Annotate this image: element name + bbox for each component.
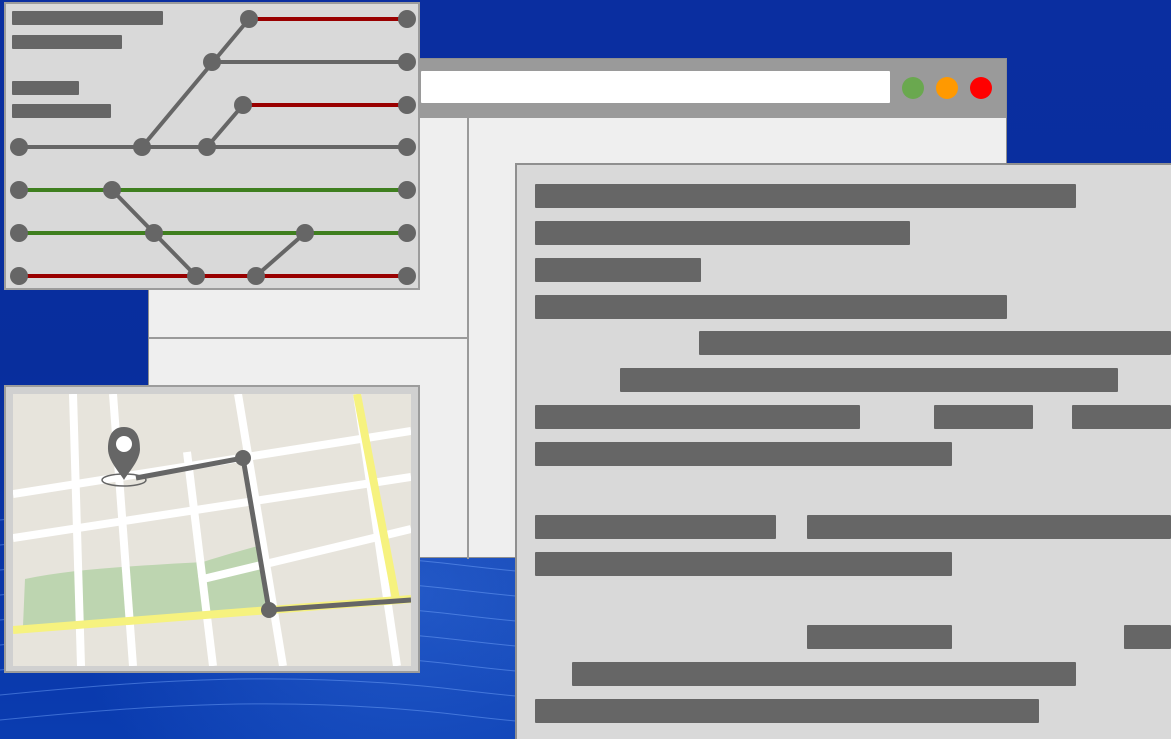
document-text-line <box>572 662 1076 686</box>
document-text-line <box>535 221 910 245</box>
transit-connector <box>140 17 251 149</box>
map-panel <box>4 385 420 673</box>
transit-connector <box>254 231 307 278</box>
transit-node <box>133 138 151 156</box>
transit-node <box>198 138 216 156</box>
address-bar[interactable] <box>421 71 890 103</box>
document-text-line <box>535 552 952 576</box>
transit-node <box>10 181 28 199</box>
transit-node <box>187 267 205 285</box>
map-svg <box>13 394 411 666</box>
transit-node <box>296 224 314 242</box>
document-text-line <box>1072 405 1171 429</box>
transit-node <box>10 138 28 156</box>
transit-diagram-panel <box>4 2 420 290</box>
map-route-node <box>261 602 277 618</box>
document-text-line <box>535 405 860 429</box>
transit-label-bar <box>12 11 163 25</box>
document-text-line <box>535 295 1007 319</box>
document-text-line <box>535 258 701 282</box>
document-panel <box>515 163 1171 739</box>
document-text-line <box>535 515 776 539</box>
transit-node <box>10 267 28 285</box>
transit-node <box>203 53 221 71</box>
transit-node <box>145 224 163 242</box>
transit-node <box>398 181 416 199</box>
document-text-line <box>807 515 1171 539</box>
transit-node <box>247 267 265 285</box>
transit-node <box>398 96 416 114</box>
transit-node <box>398 53 416 71</box>
transit-node <box>398 138 416 156</box>
transit-node <box>234 96 252 114</box>
transit-node <box>398 224 416 242</box>
window-green-button[interactable] <box>902 77 924 99</box>
document-text-line <box>934 405 1033 429</box>
transit-label-bar <box>12 81 79 95</box>
transit-node <box>103 181 121 199</box>
document-text-line <box>535 442 952 466</box>
document-text-line <box>1124 625 1171 649</box>
transit-node <box>398 10 416 28</box>
transit-node <box>398 267 416 285</box>
transit-node <box>240 10 258 28</box>
document-text-line <box>699 331 1171 355</box>
window-orange-button[interactable] <box>936 77 958 99</box>
document-text-line <box>620 368 1118 392</box>
document-text-line <box>535 699 1039 723</box>
transit-label-bar <box>12 104 111 118</box>
transit-label-bar <box>12 35 122 49</box>
document-text-line <box>807 625 952 649</box>
document-text-line <box>535 184 1076 208</box>
map-view <box>13 394 411 666</box>
browser-divider-horizontal <box>149 337 469 339</box>
transit-node <box>10 224 28 242</box>
window-red-button[interactable] <box>970 77 992 99</box>
map-route-node <box>235 450 251 466</box>
